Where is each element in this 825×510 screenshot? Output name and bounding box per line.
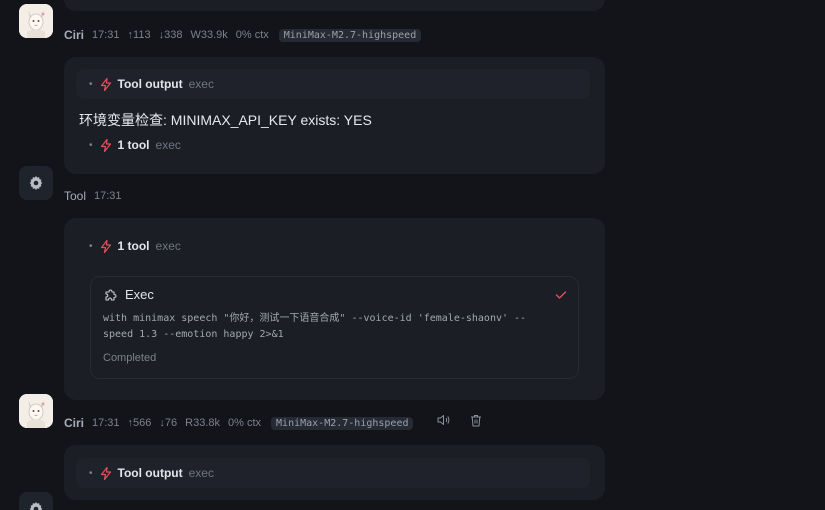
tool-count-toggle[interactable]: • 1 tool exec (89, 239, 181, 253)
message-meta: Ciri 17:31 ↑566 ↓76 R33.8k 0% ctx MiniMa… (64, 416, 414, 430)
tool-output-text: 环境变量检查: MINIMAX_API_KEY exists: YES (79, 112, 372, 128)
trash-icon (471, 414, 481, 426)
tool-output-toggle[interactable]: • Tool output exec (89, 77, 214, 91)
bolt-icon (100, 138, 111, 152)
tokens-down: ↓76 (159, 417, 178, 429)
tool-avatar[interactable] (19, 492, 53, 510)
message-meta: Ciri 17:31 ↑113 ↓338 W33.9k 0% ctx MiniM… (64, 28, 422, 42)
tool-output-sub: exec (188, 466, 214, 480)
tool-output-card: • Tool output exec (64, 445, 605, 500)
tool-output-card: • Tool output exec 环境变量检查: MINIMAX_API_K… (64, 57, 605, 174)
gear-icon (29, 502, 43, 510)
tokens-down: ↓338 (158, 29, 183, 41)
bullet: • (89, 78, 93, 90)
timestamp: 17:31 (92, 29, 120, 41)
context-usage: 0% ctx (228, 417, 262, 429)
model-badge: MiniMax-M2.7-highspeed (278, 28, 422, 42)
author-name: Tool (64, 189, 87, 203)
previous-message-card (64, 0, 605, 11)
tool-call-card: • 1 tool exec Exec with minimax speech "… (64, 218, 605, 400)
tokens-up: ↑113 (127, 29, 151, 41)
exec-status: Completed (103, 352, 157, 364)
exec-command: with minimax speech "你好，测试一下语音合成" --voic… (103, 311, 526, 343)
tool-count-sub: exec (155, 239, 181, 253)
exec-title: Exec (125, 287, 154, 302)
bolt-icon (100, 77, 111, 91)
exec-command-line: with minimax speech "你好，测试一下语音合成" --voic… (103, 313, 527, 324)
exec-panel[interactable]: Exec with minimax speech "你好，测试一下语音合成" -… (90, 276, 579, 379)
speak-button[interactable] (436, 412, 452, 428)
exec-command-line: speed 1.3 --emotion happy 2>&1 (103, 329, 284, 340)
delete-button[interactable] (468, 412, 484, 428)
bolt-icon (100, 466, 111, 480)
tool-count-title: 1 tool (117, 138, 150, 152)
tool-output-toggle[interactable]: • Tool output exec (89, 466, 214, 480)
avatar[interactable] (19, 394, 53, 428)
tool-output-title: Tool output (117, 466, 183, 480)
model-badge: MiniMax-M2.7-highspeed (271, 416, 414, 430)
chat-canvas: Ciri 17:31 ↑113 ↓338 W33.9k 0% ctx MiniM… (0, 0, 825, 510)
author-name: Ciri (64, 416, 85, 430)
gear-icon (29, 176, 43, 190)
bullet: • (89, 139, 93, 151)
context-usage: 0% ctx (235, 29, 269, 41)
author-name: Ciri (64, 28, 85, 42)
tokens-write: W33.9k (190, 29, 228, 41)
bolt-icon (100, 239, 111, 253)
check-icon (555, 291, 567, 299)
tool-output-title: Tool output (117, 77, 183, 91)
message-meta: Tool 17:31 (64, 189, 130, 203)
bullet: • (89, 240, 93, 252)
timestamp: 17:31 (94, 190, 122, 202)
tool-count-sub: exec (155, 138, 181, 152)
avatar[interactable] (19, 4, 53, 38)
tool-avatar[interactable] (19, 166, 53, 200)
tool-count-toggle[interactable]: • 1 tool exec (89, 138, 181, 152)
puzzle-icon (105, 289, 117, 301)
timestamp: 17:31 (92, 417, 120, 429)
tokens-up: ↑566 (127, 417, 152, 429)
tokens-read: R33.8k (185, 417, 221, 429)
bullet: • (89, 467, 93, 479)
tool-output-sub: exec (188, 77, 214, 91)
speaker-icon (437, 415, 450, 425)
tool-count-title: 1 tool (117, 239, 150, 253)
